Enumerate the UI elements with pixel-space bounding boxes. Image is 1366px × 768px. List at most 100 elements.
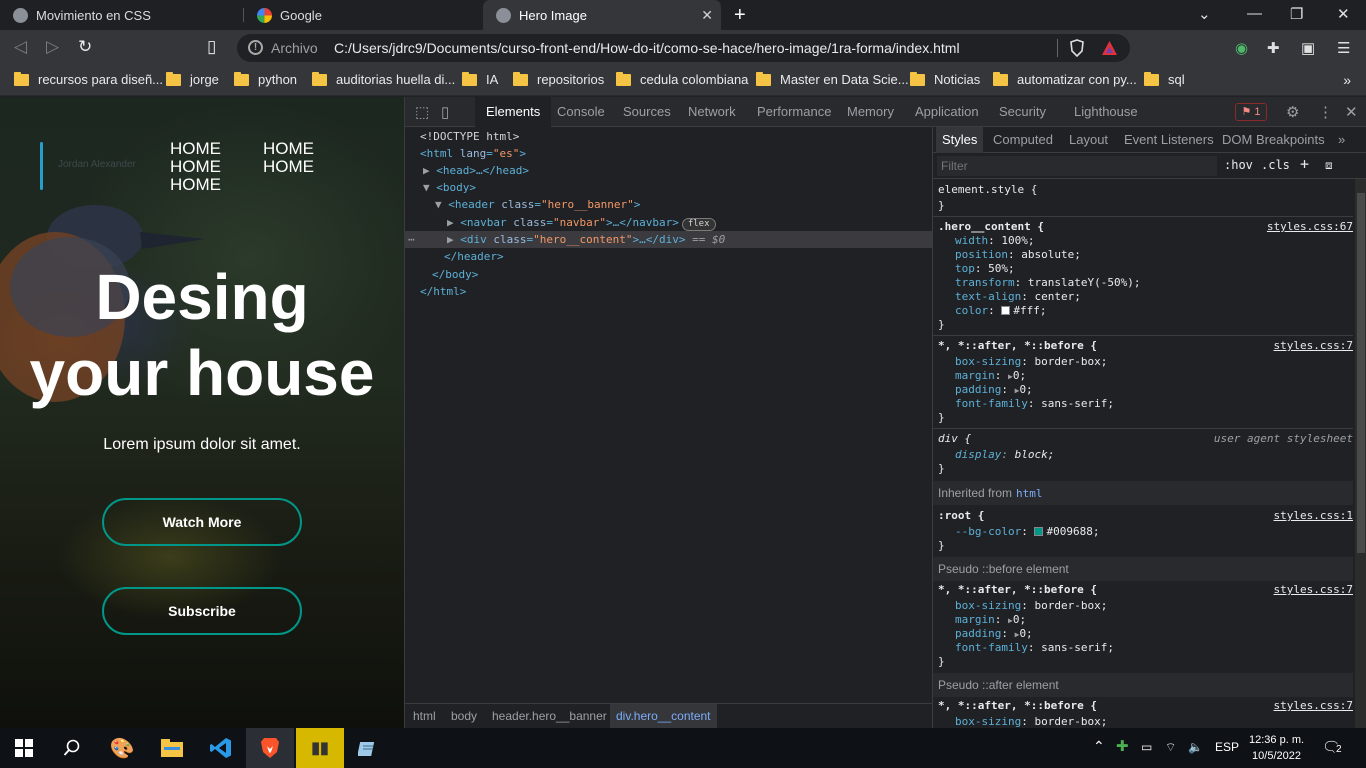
- more-bookmarks-icon[interactable]: »: [1343, 72, 1351, 88]
- css-declaration[interactable]: padding: ▶0;: [955, 627, 1033, 641]
- bookmark-folder[interactable]: python: [234, 71, 297, 87]
- subscribe-button[interactable]: Subscribe: [102, 587, 302, 635]
- css-declaration[interactable]: margin: ▶0;: [955, 369, 1026, 383]
- device-toggle-icon[interactable]: ▯: [441, 103, 449, 121]
- powerbi-button[interactable]: ▮▮: [296, 728, 344, 768]
- scrollbar-thumb[interactable]: [1357, 193, 1365, 553]
- rule-selector[interactable]: *, *::after, *::before {: [938, 583, 1097, 597]
- tab-network[interactable]: Network: [688, 97, 736, 127]
- tab-styles[interactable]: Styles: [936, 127, 984, 153]
- bookmark-folder[interactable]: IA: [462, 71, 498, 87]
- bookmark-folder[interactable]: recursos para diseñ...: [14, 71, 163, 87]
- close-tab-icon[interactable]: ✕: [701, 7, 713, 24]
- close-devtools-icon[interactable]: ✕: [1345, 103, 1358, 121]
- bookmark-folder[interactable]: auditorias huella di...: [312, 71, 455, 87]
- forward-icon[interactable]: ▷: [46, 37, 59, 57]
- tab-dom-breakpoints[interactable]: DOM Breakpoints: [1222, 127, 1325, 153]
- flex-badge[interactable]: flex: [681, 218, 716, 231]
- address-bar[interactable]: ! Archivo C:/Users/jdrc9/Documents/curso…: [237, 34, 1130, 62]
- nav-link-home[interactable]: HOME: [170, 139, 221, 159]
- tab-console[interactable]: Console: [557, 97, 605, 127]
- clock[interactable]: 12:36 p. m. 10/5/2022: [1249, 732, 1304, 764]
- rule-selector[interactable]: .hero__content {: [938, 220, 1044, 234]
- breadcrumb-body[interactable]: body: [445, 704, 483, 728]
- breadcrumb-div[interactable]: div.hero__content: [610, 704, 717, 728]
- brave-browser-button[interactable]: [246, 728, 294, 768]
- bookmark-folder[interactable]: Master en Data Scie...: [756, 71, 909, 87]
- dom-node[interactable]: ▼ <body>: [423, 179, 476, 196]
- search-button[interactable]: [48, 728, 96, 768]
- rule-selector[interactable]: element.style {: [938, 183, 1037, 197]
- source-link[interactable]: styles.css:7: [1274, 339, 1353, 353]
- styles-scrollbar[interactable]: [1355, 179, 1366, 728]
- nav-link-home[interactable]: HOME: [170, 157, 221, 177]
- collapse-arrow-icon[interactable]: ▼: [435, 198, 442, 211]
- tab-event-listeners[interactable]: Event Listeners: [1124, 127, 1214, 153]
- css-declaration[interactable]: position: absolute;: [955, 248, 1081, 262]
- css-declaration[interactable]: text-align: center;: [955, 290, 1081, 304]
- brave-shield-icon[interactable]: [1069, 39, 1085, 57]
- wifi-icon[interactable]: ⌔: [1165, 740, 1176, 755]
- color-swatch[interactable]: [1034, 527, 1044, 536]
- issues-badge[interactable]: ⚑ 1: [1235, 103, 1267, 121]
- new-rule-icon[interactable]: +: [1300, 155, 1309, 173]
- tab-performance[interactable]: Performance: [757, 97, 831, 127]
- tab-memory[interactable]: Memory: [847, 97, 894, 127]
- tab-lighthouse[interactable]: Lighthouse: [1074, 97, 1138, 127]
- bookmark-folder[interactable]: automatizar con py...: [993, 71, 1137, 87]
- back-icon[interactable]: ◁: [14, 37, 27, 57]
- notepad-button[interactable]: [344, 728, 392, 768]
- bookmark-folder[interactable]: Noticias: [910, 71, 980, 87]
- toggle-sidebar-icon[interactable]: ⧈: [1325, 158, 1333, 173]
- expand-arrow-icon[interactable]: ▶: [447, 233, 454, 246]
- notification-center-button[interactable]: 🗨 2: [1322, 738, 1346, 758]
- bookmark-icon[interactable]: ▯: [207, 37, 216, 57]
- styles-filter-input[interactable]: [937, 156, 1217, 176]
- menu-icon[interactable]: ☰: [1337, 39, 1350, 57]
- volume-icon[interactable]: 🔈: [1188, 740, 1203, 754]
- css-declaration[interactable]: padding: ▶0;: [955, 383, 1033, 397]
- paint-app-button[interactable]: 🎨: [98, 728, 146, 768]
- gear-icon[interactable]: ⚙: [1286, 103, 1299, 121]
- tab-layout[interactable]: Layout: [1069, 127, 1108, 153]
- chevron-down-icon[interactable]: ⌄: [1198, 5, 1211, 23]
- restore-icon[interactable]: ❐: [1290, 5, 1303, 23]
- tab-movimiento[interactable]: Movimiento en CSS: [0, 0, 243, 30]
- expand-arrow-icon[interactable]: ▶: [423, 164, 430, 177]
- file-explorer-button[interactable]: [148, 728, 196, 768]
- dom-node[interactable]: <!DOCTYPE html>: [420, 128, 519, 145]
- css-declaration[interactable]: box-sizing: border-box;: [955, 599, 1107, 613]
- rule-selector[interactable]: :root {: [938, 509, 984, 523]
- kebab-menu-icon[interactable]: ⋮: [1318, 103, 1333, 121]
- source-link[interactable]: styles.css:7: [1274, 583, 1353, 597]
- breadcrumb-html[interactable]: html: [407, 704, 442, 728]
- brave-rewards-icon[interactable]: [1101, 40, 1118, 56]
- collapse-arrow-icon[interactable]: ▼: [423, 181, 430, 194]
- css-declaration[interactable]: box-sizing: border-box;: [955, 355, 1107, 369]
- dom-node[interactable]: </body>: [432, 266, 478, 283]
- css-declaration[interactable]: color: #fff;: [955, 304, 1047, 318]
- color-swatch[interactable]: [1001, 306, 1011, 315]
- css-declaration[interactable]: margin: ▶0;: [955, 613, 1026, 627]
- tab-computed[interactable]: Computed: [993, 127, 1053, 153]
- new-tab-icon[interactable]: +: [734, 4, 746, 27]
- app-tray-icon[interactable]: ✚: [1116, 737, 1129, 755]
- bookmark-folder[interactable]: repositorios: [513, 71, 604, 87]
- source-link[interactable]: styles.css:1: [1274, 509, 1353, 523]
- info-icon[interactable]: !: [248, 40, 263, 55]
- css-declaration[interactable]: font-family: sans-serif;: [955, 397, 1114, 411]
- rule-selector[interactable]: *, *::after, *::before {: [938, 699, 1097, 713]
- css-declaration[interactable]: box-sizing: border-box;: [955, 715, 1107, 728]
- dom-node[interactable]: ▶ <navbar class="navbar">…</navbar> flex: [447, 214, 716, 231]
- css-declaration[interactable]: font-family: sans-serif;: [955, 641, 1114, 655]
- dom-node[interactable]: <html lang="es">: [420, 145, 526, 162]
- hov-toggle[interactable]: :hov: [1224, 158, 1253, 172]
- rule-selector[interactable]: *, *::after, *::before {: [938, 339, 1097, 353]
- tab-hero-image[interactable]: Hero Image ✕: [483, 0, 721, 30]
- dom-node[interactable]: ▶ <head>…</head>: [423, 162, 529, 179]
- reload-icon[interactable]: ↻: [78, 37, 92, 57]
- inspect-element-icon[interactable]: ⬚: [415, 103, 429, 121]
- nav-link-home[interactable]: HOME: [263, 157, 314, 177]
- dom-node-selected[interactable]: ⋯ ▶ <div class="hero__content">…</div> ==…: [405, 231, 932, 248]
- tab-elements[interactable]: Elements: [475, 97, 552, 127]
